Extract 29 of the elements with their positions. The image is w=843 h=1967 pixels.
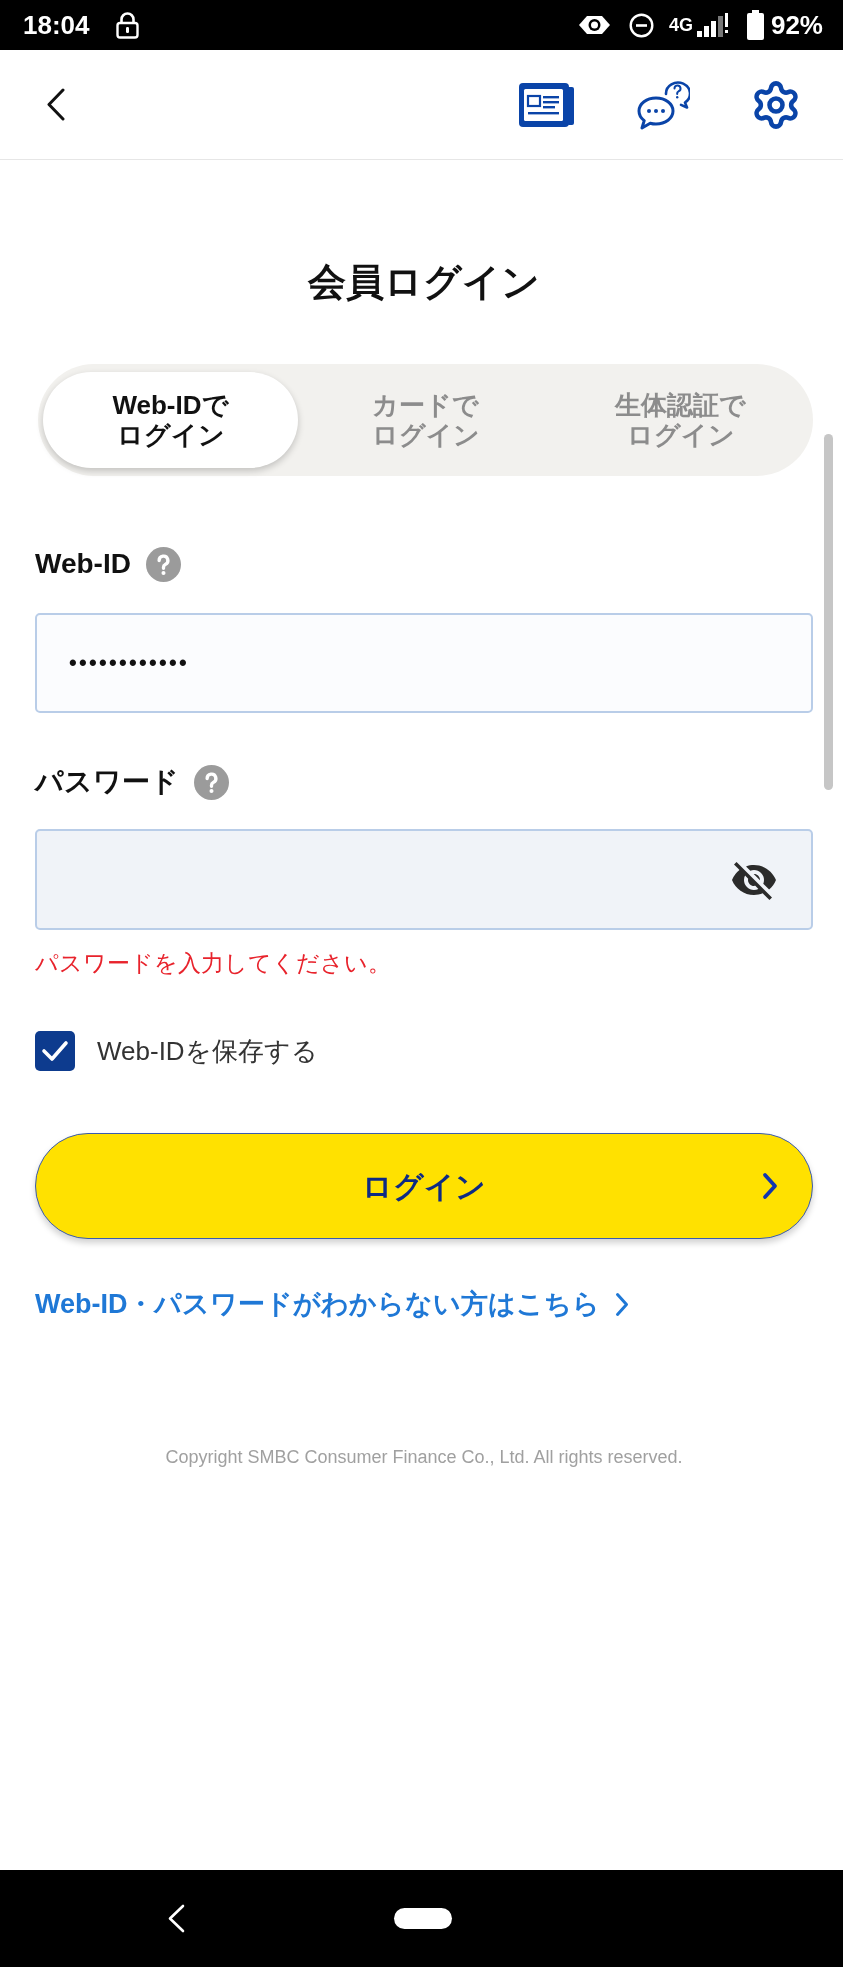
check-icon — [41, 1040, 69, 1062]
page-title: 会員ログイン — [308, 260, 540, 305]
input-field[interactable]: •••••••••••• — [35, 613, 813, 713]
help-link[interactable]: Web-ID・パスワードがわからない方はこちら — [35, 1287, 629, 1321]
network-type-label: 4G — [668, 14, 693, 36]
help-icon[interactable] — [145, 546, 181, 582]
field-label: パスワード — [35, 765, 179, 799]
login-button[interactable]: ログイン — [35, 1133, 813, 1239]
error-message: パスワードを入力してください。 — [35, 949, 392, 978]
copyright-text: Copyright SMBC Consumer Finance Co., Ltd. All rights reserved. — [165, 1446, 683, 1469]
field-label: Web-ID — [35, 547, 131, 581]
newspaper-icon[interactable] — [519, 82, 574, 127]
checkbox[interactable] — [35, 1031, 75, 1071]
chevron-right-icon — [614, 1291, 629, 1317]
password-field[interactable] — [35, 829, 813, 930]
chat-bubbles-icon[interactable] — [636, 79, 690, 130]
diamond-status-icon — [578, 14, 610, 36]
home-pill-icon[interactable] — [394, 1908, 452, 1929]
battery-icon — [746, 10, 764, 40]
checkbox-label: Web-IDを保存する — [97, 1035, 318, 1068]
battery-percentage: 92% — [770, 10, 823, 40]
status-time: 18:04 — [23, 10, 90, 40]
chevron-right-icon — [762, 1172, 778, 1200]
help-icon[interactable] — [194, 764, 229, 800]
back-icon[interactable] — [46, 88, 65, 121]
do-not-disturb-icon — [628, 12, 654, 38]
login-method-tab[interactable]: Web-IDで ログイン — [43, 372, 298, 468]
signal-strength-icon — [696, 13, 730, 37]
lock-icon — [114, 11, 140, 39]
